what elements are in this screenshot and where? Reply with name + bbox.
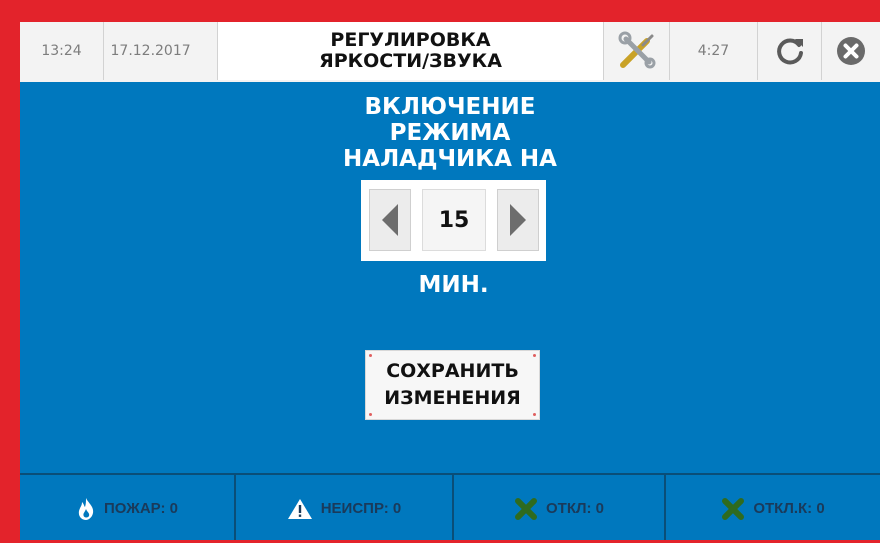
page-title-line-2: ЯРКОСТИ/ЗВУКА (319, 50, 502, 72)
heading-line-1: ВКЛЮЧЕНИЕ (364, 94, 536, 120)
refresh-icon (776, 38, 803, 65)
minutes-stepper: 15 (361, 180, 546, 261)
status-disabled[interactable]: ОТКЛ: 0 (454, 475, 666, 540)
minutes-value[interactable]: 15 (422, 189, 486, 251)
clock-cell: 13:24 (20, 22, 104, 80)
date-cell: 17.12.2017 (104, 22, 218, 80)
status-fault-label: НЕИСПР: 0 (320, 500, 402, 517)
current-date: 17.12.2017 (110, 43, 191, 59)
fire-icon (78, 497, 94, 520)
status-disabled-k-label: ОТКЛ.К: 0 (753, 500, 825, 517)
status-disabled-label: ОТКЛ: 0 (545, 500, 604, 517)
heading-line-3: НАЛАДЧИКА НА (343, 146, 557, 172)
corner-dot (369, 413, 372, 416)
decrement-button[interactable] (369, 189, 411, 251)
status-fault[interactable]: НЕИСПР: 0 (236, 475, 454, 540)
settings-button[interactable] (604, 22, 670, 80)
status-disabled-k[interactable]: ОТКЛ.К: 0 (666, 475, 880, 540)
clock-time: 13:24 (41, 43, 82, 59)
close-icon (837, 37, 865, 65)
increment-button[interactable] (497, 189, 539, 251)
disabled-x-icon (722, 497, 745, 520)
status-bar: ПОЖАР: 0 НЕИСПР: 0 ОТКЛ: 0 ОТКЛ.К: 0 (20, 473, 880, 540)
warning-icon (287, 498, 312, 519)
page-title-line-1: РЕГУЛИРОВКА (330, 29, 491, 51)
timer-cell: 4:27 (670, 22, 758, 80)
top-bar: 13:24 17.12.2017 РЕГУЛИРОВКА ЯРКОСТИ/ЗВУ… (20, 22, 880, 82)
save-changes-button[interactable]: СОХРАНИТЬ ИЗМЕНЕНИЯ (365, 350, 540, 420)
arrow-left-icon (382, 204, 398, 236)
title-cell: РЕГУЛИРОВКА ЯРКОСТИ/ЗВУКА (218, 22, 604, 80)
heading-line-2: РЕЖИМА (389, 120, 511, 146)
refresh-button[interactable] (758, 22, 822, 80)
status-fire[interactable]: ПОЖАР: 0 (20, 475, 236, 540)
tools-icon (618, 31, 655, 69)
close-button[interactable] (822, 22, 880, 80)
arrow-right-icon (510, 204, 526, 236)
session-timer: 4:27 (697, 43, 730, 59)
panel-screen: 13:24 17.12.2017 РЕГУЛИРОВКА ЯРКОСТИ/ЗВУ… (20, 22, 880, 540)
minutes-unit-label: МИН. (418, 272, 489, 298)
status-fire-label: ПОЖАР: 0 (104, 500, 178, 517)
disabled-x-icon (514, 497, 537, 520)
installer-mode-heading: ВКЛЮЧЕНИЕ РЕЖИМА НАЛАДЧИКА НА (300, 94, 600, 172)
save-button-line-2: ИЗМЕНЕНИЯ (384, 387, 521, 409)
corner-dot (369, 354, 372, 357)
corner-dot (533, 413, 536, 416)
page-title: РЕГУЛИРОВКА ЯРКОСТИ/ЗВУКА (319, 30, 502, 72)
corner-dot (533, 354, 536, 357)
save-button-line-1: СОХРАНИТЬ (386, 360, 519, 382)
